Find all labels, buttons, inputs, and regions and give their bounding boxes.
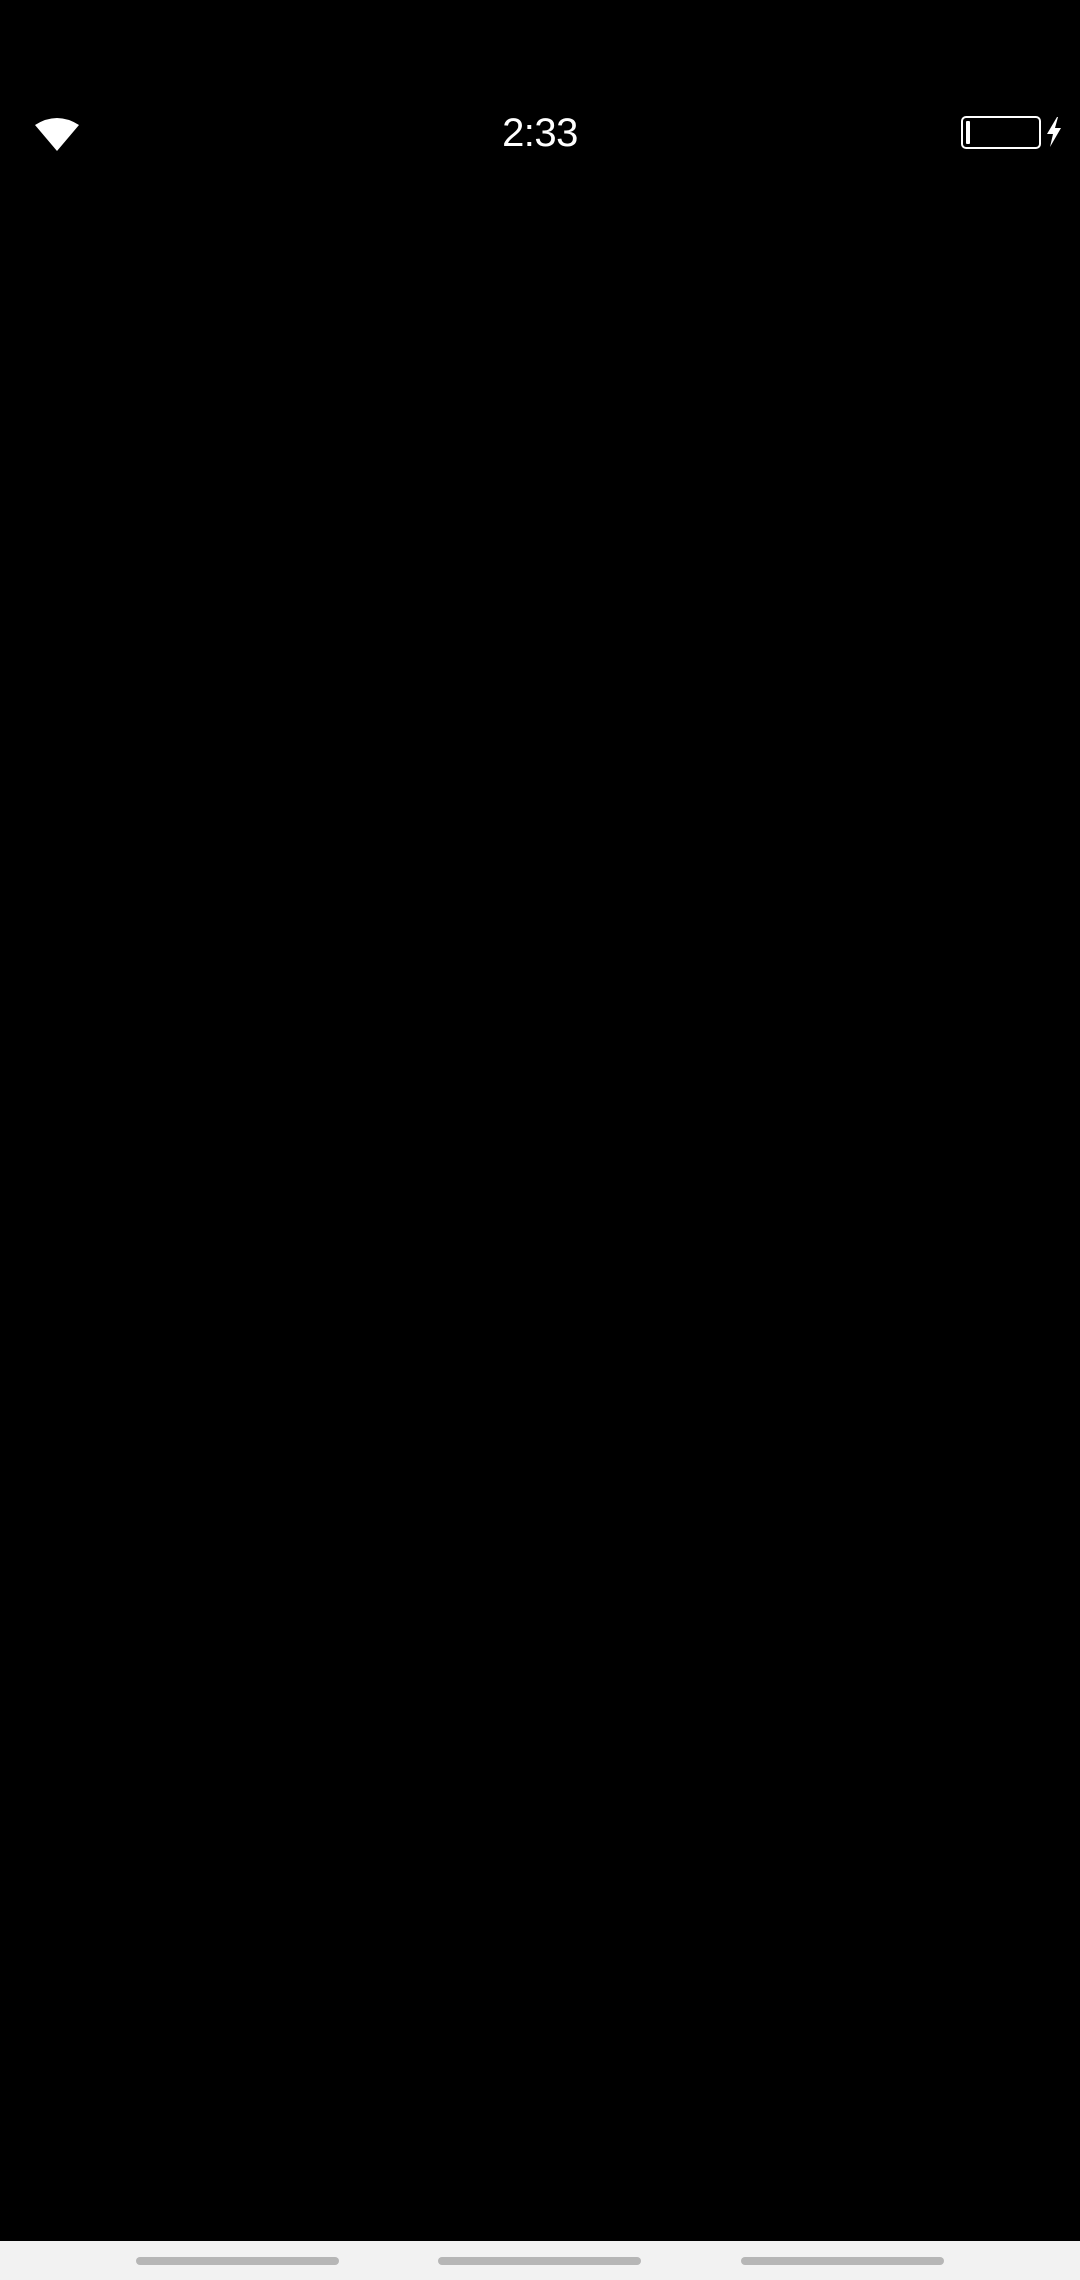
battery-icon (961, 116, 1041, 149)
charging-bolt-icon (1047, 117, 1061, 147)
battery-level (966, 121, 970, 144)
screen: 2:33 (0, 0, 1080, 2280)
status-time: 2:33 (502, 111, 578, 155)
main-content (0, 171, 1080, 2241)
nav-pill-center[interactable] (438, 2257, 641, 2265)
nav-pill-left[interactable] (136, 2257, 339, 2265)
status-bar: 2:33 (0, 95, 1080, 171)
nav-pill-right[interactable] (741, 2257, 944, 2265)
navigation-bar (0, 2241, 1080, 2280)
